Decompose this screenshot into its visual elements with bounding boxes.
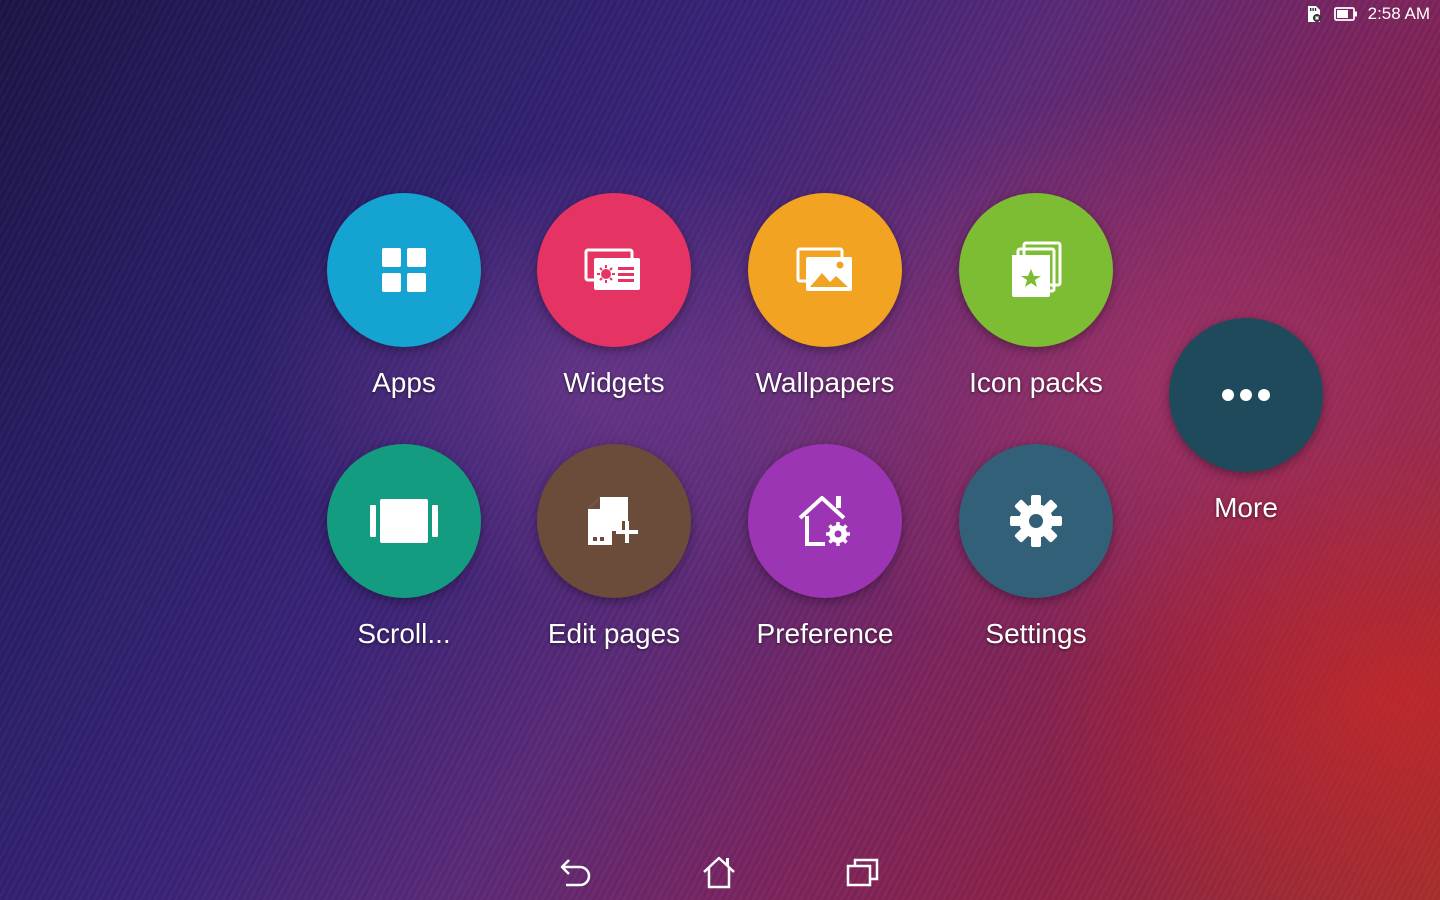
recents-button[interactable] [833, 850, 893, 894]
preference-button[interactable] [748, 444, 902, 598]
recents-icon [846, 858, 879, 887]
menu-item-widgets[interactable]: Widgets [509, 193, 719, 399]
scroll-button[interactable] [327, 444, 481, 598]
preference-label: Preference [756, 618, 894, 649]
edit-pages-icon [588, 497, 638, 545]
more-dots-icon [1222, 389, 1270, 401]
navigation-bar [0, 844, 1440, 900]
scroll-effect-icon [370, 499, 438, 543]
apps-grid-icon [382, 248, 426, 292]
wallpapers-button[interactable] [748, 193, 902, 347]
more-label: More [1214, 492, 1278, 523]
back-icon [560, 859, 591, 887]
gear-icon [1010, 495, 1062, 547]
scroll-label: Scroll... [357, 618, 451, 649]
launcher-menu: Apps Widgets Wallpapers Icon packs Scrol… [0, 0, 1440, 900]
menu-item-apps[interactable]: Apps [299, 193, 509, 399]
apps-button[interactable] [327, 193, 481, 347]
more-button[interactable] [1169, 318, 1323, 472]
menu-item-icon-packs[interactable]: Icon packs [931, 193, 1141, 399]
icon-packs-label: Icon packs [969, 367, 1103, 398]
wallpapers-label: Wallpapers [755, 367, 895, 398]
menu-item-wallpapers[interactable]: Wallpapers [720, 193, 930, 399]
settings-button[interactable] [959, 444, 1113, 598]
home-button[interactable] [689, 850, 749, 894]
wallpapers-icon [796, 247, 852, 291]
menu-item-more[interactable]: More [1141, 318, 1351, 524]
menu-item-settings[interactable]: Settings [931, 444, 1141, 650]
menu-item-preference[interactable]: Preference [720, 444, 930, 650]
widgets-button[interactable] [537, 193, 691, 347]
apps-label: Apps [372, 367, 436, 398]
menu-item-scroll[interactable]: Scroll... [299, 444, 509, 650]
edit-pages-label: Edit pages [547, 618, 681, 649]
edit-pages-button[interactable] [537, 444, 691, 598]
settings-label: Settings [985, 618, 1087, 649]
widgets-icon [584, 248, 640, 290]
home-icon [703, 856, 735, 889]
icon-packs-icon [1012, 241, 1062, 297]
preference-icon [798, 496, 850, 546]
icon-packs-button[interactable] [959, 193, 1113, 347]
back-button[interactable] [546, 850, 606, 894]
widgets-label: Widgets [563, 367, 665, 398]
menu-item-edit-pages[interactable]: Edit pages [509, 444, 719, 650]
